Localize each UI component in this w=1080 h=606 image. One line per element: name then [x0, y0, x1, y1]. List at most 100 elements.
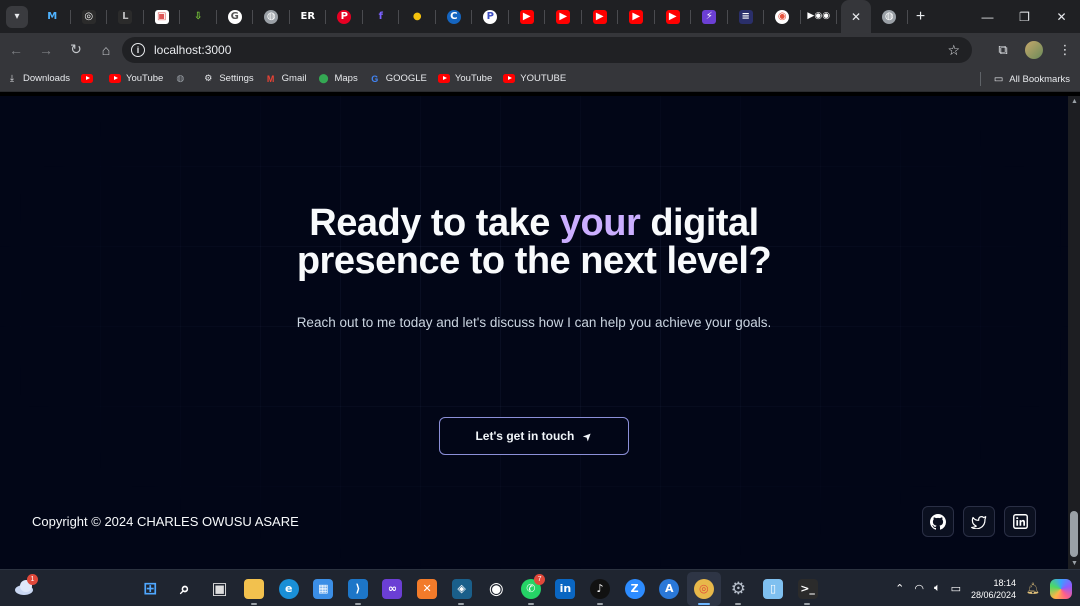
taskbar-visual-studio[interactable]: ∞ — [375, 572, 410, 606]
bookmark-youtube[interactable]: YouTube — [433, 68, 497, 90]
taskbar-chrome[interactable]: ◎ — [686, 571, 722, 606]
taskbar-edge[interactable]: e — [271, 572, 306, 606]
browser-menu-icon[interactable]: ⋮ — [1050, 35, 1080, 65]
browser-tab[interactable]: G — [217, 0, 254, 33]
bookmark-google[interactable]: G GOOGLE — [364, 68, 432, 90]
l-icon: L — [118, 9, 133, 24]
close-window-button[interactable]: ✕ — [1043, 0, 1080, 33]
weather-widget[interactable]: 1 — [14, 574, 38, 597]
grouped-icons: ▶◉◉ — [800, 9, 837, 24]
scroll-up-arrow[interactable]: ▲ — [1071, 98, 1078, 105]
site-info-icon[interactable]: i — [131, 43, 145, 57]
bookmark-globe[interactable]: ◍ — [169, 68, 196, 90]
xampp-icon: ✕ — [417, 578, 438, 599]
bookmark-label: Gmail — [281, 73, 307, 84]
bookmark-star-icon[interactable]: ☆ — [947, 42, 960, 59]
get-in-touch-button[interactable]: Let's get in touch ➤ — [439, 417, 629, 455]
taskbar-zoom[interactable]: Z — [617, 572, 652, 606]
taskbar-notepad[interactable]: ▯ — [756, 572, 791, 606]
browser-tab[interactable]: ⚡ — [691, 0, 728, 33]
browser-tab[interactable]: ≡ — [728, 0, 765, 33]
browser-tab[interactable]: ER — [290, 0, 327, 33]
browser-tab[interactable]: P — [472, 0, 509, 33]
browser-tab[interactable]: C — [436, 0, 473, 33]
taskbar-search[interactable]: ⌕ — [168, 572, 203, 606]
taskbar-store[interactable]: ▦ — [306, 572, 341, 606]
taskbar-start[interactable]: ⊞ — [133, 572, 168, 606]
copilot-icon[interactable] — [1050, 578, 1072, 599]
new-tab-button[interactable]: + — [908, 8, 934, 26]
youtube-icon — [503, 73, 516, 85]
battery-icon[interactable]: ▭ — [951, 582, 961, 595]
browser-tab[interactable]: ▶ — [655, 0, 692, 33]
address-url[interactable]: localhost:3000 — [154, 43, 231, 57]
browser-tab[interactable]: ▣ — [144, 0, 181, 33]
minimize-button[interactable]: — — [969, 0, 1006, 33]
browser-tab[interactable]: ◎ — [71, 0, 108, 33]
vscode-icon: ⟩ — [347, 578, 368, 599]
page-scrollbar[interactable]: ▲ ▼ — [1068, 96, 1080, 569]
bolt-icon: ⚡ — [702, 9, 717, 24]
browser-tab[interactable]: P — [326, 0, 363, 33]
bookmark-maps[interactable]: ⬤ Maps — [312, 68, 362, 90]
bookmark-youtube[interactable]: YouTube — [104, 68, 168, 90]
browser-tab[interactable]: ⇩ — [180, 0, 217, 33]
back-button[interactable]: ← — [2, 36, 30, 64]
taskbar-xampp[interactable]: ✕ — [410, 572, 445, 606]
bookmark-downloads[interactable]: ⤓ Downloads — [1, 68, 75, 90]
browser-tab[interactable]: L — [107, 0, 144, 33]
youtube-icon — [437, 73, 450, 85]
taskbar-linkedin[interactable]: in — [548, 572, 583, 606]
bookmark-youtube[interactable]: YOUTUBE — [498, 68, 571, 90]
active-tab[interactable]: ✕ — [841, 0, 871, 33]
browser-tab[interactable]: ◍ — [871, 0, 908, 33]
taskbar-file-explorer[interactable]: ▬ — [237, 572, 272, 606]
taskbar-vscode[interactable]: ⟩ — [341, 572, 376, 606]
extensions-icon[interactable]: ⧉ — [988, 35, 1018, 65]
address-bar[interactable]: i localhost:3000 ☆ — [122, 37, 972, 63]
browser-tab[interactable]: ● — [399, 0, 436, 33]
taskbar-app-store[interactable]: A — [652, 572, 687, 606]
bookmark-settings[interactable]: ⚙ Settings — [197, 68, 258, 90]
browser-tab[interactable]: ▶ — [582, 0, 619, 33]
taskbar-whatsapp[interactable]: ✆ 7 — [514, 572, 549, 606]
wifi-icon[interactable]: ◠ — [914, 582, 924, 595]
taskbar-settings[interactable]: ⚙ — [721, 572, 756, 606]
browser-tab[interactable]: ◉ — [764, 0, 801, 33]
browser-tab[interactable]: ▶ — [545, 0, 582, 33]
browser-tab[interactable]: ▶ — [509, 0, 546, 33]
browser-tab[interactable]: f — [363, 0, 400, 33]
volume-icon[interactable]: 🔈︎ — [934, 582, 941, 595]
taskbar-tiktok[interactable]: ♪ — [583, 572, 618, 606]
restore-button[interactable]: ❐ — [1006, 0, 1043, 33]
scroll-down-arrow[interactable]: ▼ — [1071, 560, 1078, 567]
github-link[interactable] — [922, 506, 954, 537]
linkedin-link[interactable] — [1004, 506, 1036, 537]
forward-button[interactable]: → — [32, 36, 60, 64]
bookmark-gmail[interactable]: M Gmail — [260, 68, 312, 90]
twitter-link[interactable] — [963, 506, 995, 537]
tray-overflow-icon[interactable]: ⌃ — [895, 582, 904, 595]
github-icon: ◉ — [488, 578, 504, 599]
browser-tab[interactable]: ▶ — [618, 0, 655, 33]
pinterest-icon: P — [337, 9, 352, 24]
bookmark-youtube[interactable] — [76, 68, 103, 90]
browser-tab[interactable]: ◍ — [253, 0, 290, 33]
reload-button[interactable]: ↻ — [62, 36, 90, 64]
taskbar-task-view[interactable]: ▣ — [202, 572, 237, 606]
tab-search-button[interactable]: ▾ — [6, 5, 28, 28]
close-tab-icon[interactable]: ✕ — [851, 10, 861, 24]
bookmark-label: Settings — [219, 73, 254, 84]
taskbar-github[interactable]: ◉ — [479, 572, 514, 606]
browser-tab[interactable]: ▶◉◉ — [800, 0, 837, 33]
scroll-thumb[interactable] — [1070, 511, 1078, 557]
taskbar-terminal[interactable]: >_ — [790, 572, 825, 606]
home-button[interactable]: ⌂ — [92, 36, 120, 64]
profile-avatar[interactable] — [1025, 40, 1043, 59]
all-bookmarks[interactable]: ▭ All Bookmarks — [979, 68, 1070, 90]
clock[interactable]: 18:14 28/06/2024 — [971, 577, 1016, 601]
copyright: Copyright © 2024 CHARLES OWUSU ASARE — [32, 514, 299, 529]
taskbar-workbench[interactable]: ◈ — [444, 572, 479, 606]
browser-tab[interactable]: M — [34, 0, 71, 33]
notification-bell-icon[interactable]: 🔔︎ — [1026, 582, 1040, 595]
